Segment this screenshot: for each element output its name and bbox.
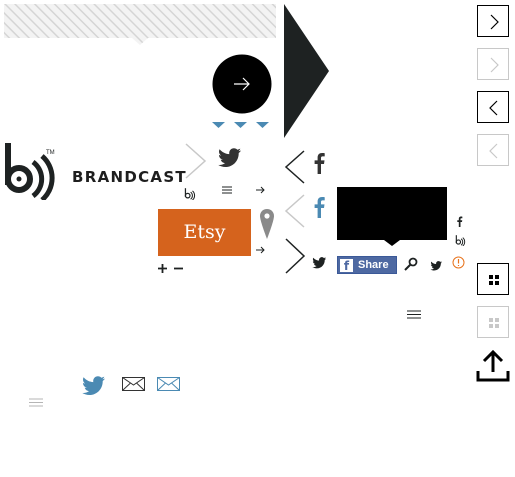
twitter-tiny-icon[interactable] bbox=[430, 261, 443, 271]
chevron-right-icon bbox=[490, 57, 499, 73]
play-right-icon[interactable] bbox=[284, 4, 330, 139]
caret-down-icons bbox=[212, 122, 269, 128]
chevron-left-icon bbox=[489, 143, 498, 159]
hatched-banner bbox=[4, 4, 277, 53]
minus-icon[interactable] bbox=[174, 264, 183, 273]
search-icon[interactable] bbox=[404, 257, 418, 271]
facebook-icon-letter: f bbox=[340, 259, 353, 273]
chevron-left-light-icon[interactable] bbox=[284, 194, 306, 228]
caret-down-icon bbox=[234, 122, 247, 128]
brandcast-small-icon bbox=[184, 188, 196, 200]
circle-arrow-right-button[interactable] bbox=[212, 54, 272, 114]
caret-down-icon bbox=[212, 122, 225, 128]
circle-arrow-right-icon bbox=[212, 54, 272, 114]
grid-icon bbox=[489, 318, 499, 328]
chevron-right-icon[interactable] bbox=[184, 143, 208, 179]
etsy-button[interactable]: Etsy bbox=[158, 209, 251, 256]
twitter-blue-icon[interactable] bbox=[82, 376, 106, 396]
hamburger-menu-icon[interactable] bbox=[222, 186, 232, 194]
brand-wordmark: BRANDCAST bbox=[72, 168, 187, 186]
plus-icon[interactable] bbox=[158, 264, 167, 273]
caret-down-icon bbox=[256, 122, 269, 128]
map-pin-icon bbox=[260, 209, 274, 239]
arrow-right-icon-2[interactable] bbox=[256, 246, 266, 254]
mail-blue-icon[interactable] bbox=[157, 377, 181, 392]
arrow-right-icon[interactable] bbox=[256, 186, 266, 194]
grid-icon bbox=[489, 275, 499, 285]
brandcast-tiny-icon bbox=[455, 235, 466, 246]
prev-button-disabled[interactable] bbox=[477, 134, 509, 166]
chevron-left-icon[interactable] bbox=[284, 150, 306, 184]
grid-view-button[interactable] bbox=[477, 263, 509, 295]
prev-button[interactable] bbox=[477, 91, 509, 123]
facebook-tiny-icon[interactable] bbox=[456, 216, 463, 227]
chevron-right-dark-icon[interactable] bbox=[284, 238, 306, 274]
hamburger-menu-icon-faded[interactable] bbox=[29, 398, 44, 407]
share-label: Share bbox=[358, 259, 389, 271]
mail-icon[interactable] bbox=[122, 377, 146, 392]
facebook-blue-icon[interactable] bbox=[313, 196, 325, 218]
trademark: TM bbox=[46, 150, 55, 156]
chevron-right-icon bbox=[490, 14, 499, 30]
next-button-disabled[interactable] bbox=[477, 48, 509, 80]
twitter-icon[interactable] bbox=[218, 148, 242, 168]
facebook-share-button[interactable]: f Share bbox=[337, 256, 397, 274]
grid-view-button-disabled[interactable] bbox=[477, 306, 509, 338]
tooltip-box bbox=[337, 187, 447, 246]
next-button[interactable] bbox=[477, 5, 509, 37]
hamburger-menu-icon-2[interactable] bbox=[407, 310, 422, 319]
twitter-small-icon[interactable] bbox=[312, 257, 327, 269]
alert-icon bbox=[452, 256, 465, 269]
share-upload-icon[interactable] bbox=[476, 349, 510, 383]
facebook-icon[interactable] bbox=[313, 152, 325, 174]
chevron-left-icon bbox=[489, 100, 498, 116]
